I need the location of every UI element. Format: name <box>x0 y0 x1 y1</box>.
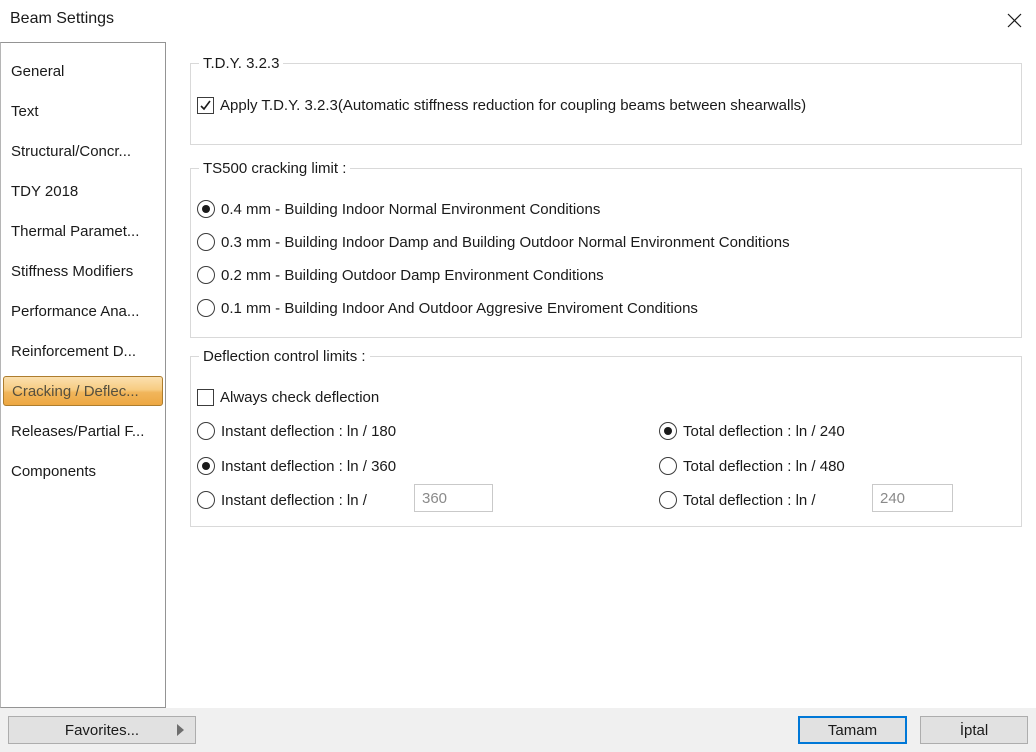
favorites-button[interactable]: Favorites... <box>8 716 196 744</box>
radio-row-crack-01mm[interactable]: 0.1 mm - Building Indoor And Outdoor Agg… <box>197 299 698 317</box>
radio-total-240-label: Total deflection : ln / 240 <box>683 422 845 440</box>
total-deflection-custom-input[interactable] <box>872 484 953 512</box>
radio-crack-02mm[interactable] <box>197 266 215 284</box>
cancel-button[interactable]: İptal <box>920 716 1028 744</box>
apply-tdy-checkbox[interactable] <box>197 97 214 114</box>
radio-row-crack-03mm[interactable]: 0.3 mm - Building Indoor Damp and Buildi… <box>197 233 790 251</box>
radio-instant-custom-label: Instant deflection : ln / <box>221 491 367 509</box>
group-ts500-cracking-limit: TS500 cracking limit : 0.4 mm - Building… <box>190 160 1022 338</box>
sidebar-item-tdy-2018[interactable]: TDY 2018 <box>1 171 165 211</box>
checkmark-icon <box>200 100 211 111</box>
always-check-deflection-checkbox[interactable] <box>197 389 214 406</box>
sidebar-item-reinforcement-design[interactable]: Reinforcement D... <box>1 331 165 371</box>
sidebar-item-performance-analysis[interactable]: Performance Ana... <box>1 291 165 331</box>
radio-crack-03mm-label: 0.3 mm - Building Indoor Damp and Buildi… <box>221 233 790 251</box>
radio-instant-180[interactable] <box>197 422 215 440</box>
ok-button[interactable]: Tamam <box>798 716 907 744</box>
sidebar-item-components[interactable]: Components <box>1 451 165 491</box>
radio-total-480[interactable] <box>659 457 677 475</box>
radio-row-instant-180[interactable]: Instant deflection : ln / 180 <box>197 422 396 440</box>
radio-row-total-480[interactable]: Total deflection : ln / 480 <box>659 457 845 475</box>
apply-tdy-checkbox-label: Apply T.D.Y. 3.2.3(Automatic stiffness r… <box>220 97 807 114</box>
radio-row-total-custom[interactable]: Total deflection : ln / <box>659 491 816 509</box>
radio-crack-01mm[interactable] <box>197 299 215 317</box>
radio-row-crack-04mm[interactable]: 0.4 mm - Building Indoor Normal Environm… <box>197 200 600 218</box>
sidebar-item-structural-concrete[interactable]: Structural/Concr... <box>1 131 165 171</box>
radio-crack-01mm-label: 0.1 mm - Building Indoor And Outdoor Agg… <box>221 299 698 317</box>
always-check-deflection-row[interactable]: Always check deflection <box>197 389 379 406</box>
close-x-glyph <box>1007 13 1021 27</box>
radio-row-crack-02mm[interactable]: 0.2 mm - Building Outdoor Damp Environme… <box>197 266 604 284</box>
favorites-button-label: Favorites... <box>64 721 140 739</box>
radio-crack-04mm-label: 0.4 mm - Building Indoor Normal Environm… <box>221 200 601 218</box>
radio-row-instant-360[interactable]: Instant deflection : ln / 360 <box>197 457 396 475</box>
settings-sidebar: General Text Structural/Concr... TDY 201… <box>0 42 166 708</box>
close-icon[interactable] <box>1004 10 1024 30</box>
radio-row-instant-custom[interactable]: Instant deflection : ln / <box>197 491 367 509</box>
always-check-deflection-label: Always check deflection <box>220 389 380 406</box>
radio-total-custom-label: Total deflection : ln / <box>683 491 816 509</box>
favorites-expand-arrow-icon <box>177 724 184 736</box>
radio-total-custom[interactable] <box>659 491 677 509</box>
radio-row-total-240[interactable]: Total deflection : ln / 240 <box>659 422 845 440</box>
sidebar-item-text[interactable]: Text <box>1 91 165 131</box>
group-tdy-323-legend: T.D.Y. 3.2.3 <box>199 55 284 72</box>
radio-crack-04mm[interactable] <box>197 200 215 218</box>
radio-crack-03mm[interactable] <box>197 233 215 251</box>
instant-deflection-custom-input[interactable] <box>414 484 493 512</box>
radio-crack-02mm-label: 0.2 mm - Building Outdoor Damp Environme… <box>221 266 604 284</box>
window-title: Beam Settings <box>10 10 115 27</box>
sidebar-item-stiffness-modifiers[interactable]: Stiffness Modifiers <box>1 251 165 291</box>
radio-instant-custom[interactable] <box>197 491 215 509</box>
sidebar-item-releases-partial-fixity[interactable]: Releases/Partial F... <box>1 411 165 451</box>
sidebar-item-thermal-parameters[interactable]: Thermal Paramet... <box>1 211 165 251</box>
radio-instant-180-label: Instant deflection : ln / 180 <box>221 422 397 440</box>
radio-total-240[interactable] <box>659 422 677 440</box>
sidebar-item-cracking-deflection[interactable]: Cracking / Deflec... <box>3 376 163 406</box>
group-ts500-legend: TS500 cracking limit : <box>199 160 351 177</box>
radio-instant-360[interactable] <box>197 457 215 475</box>
group-deflection-control: Deflection control limits : Always check… <box>190 348 1022 527</box>
sidebar-item-general[interactable]: General <box>1 51 165 91</box>
radio-total-480-label: Total deflection : ln / 480 <box>683 457 845 475</box>
apply-tdy-checkbox-row[interactable]: Apply T.D.Y. 3.2.3(Automatic stiffness r… <box>197 97 806 114</box>
radio-instant-360-label: Instant deflection : ln / 360 <box>221 457 397 475</box>
group-tdy-323: T.D.Y. 3.2.3 Apply T.D.Y. 3.2.3(Automati… <box>190 55 1022 145</box>
group-deflection-legend: Deflection control limits : <box>199 348 370 365</box>
